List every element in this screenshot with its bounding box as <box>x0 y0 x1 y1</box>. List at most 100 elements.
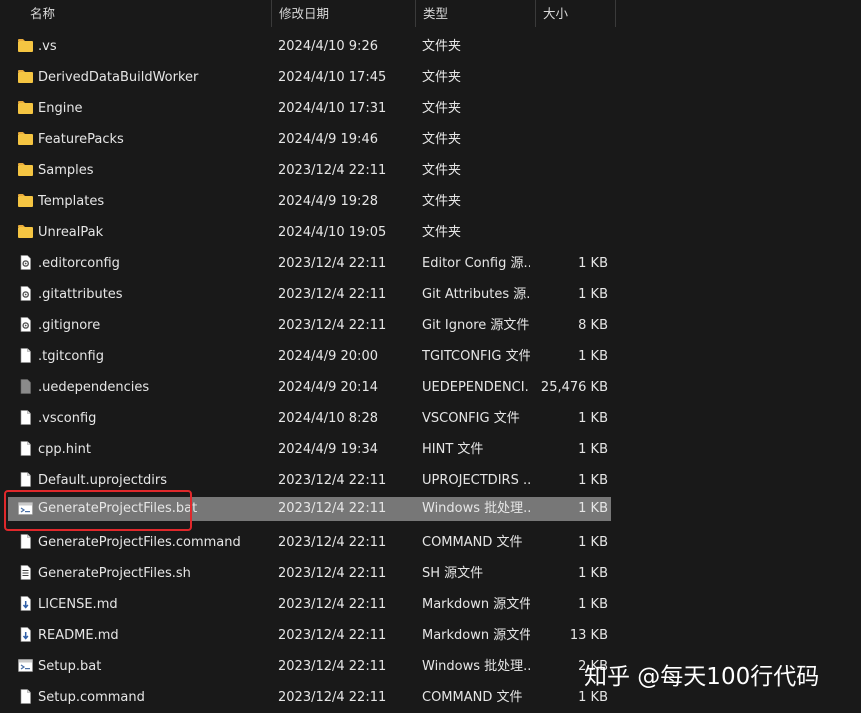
column-header-name[interactable]: 名称 <box>22 0 272 27</box>
config-file-icon <box>17 317 34 332</box>
file-row[interactable]: LICENSE.md 2023/12/4 22:11 Markdown 源文件 1 K… <box>0 589 861 620</box>
file-type: 文件夹 <box>422 101 462 116</box>
binary-file-icon <box>17 379 34 394</box>
config-file-icon <box>17 286 34 301</box>
file-name: README.md <box>38 628 119 643</box>
file-name: .gitattributes <box>38 287 123 302</box>
file-date: 2024/4/10 17:31 <box>278 101 387 116</box>
folder-icon <box>17 162 34 177</box>
file-type: Editor Config 源... <box>422 256 530 271</box>
file-size: 1 KB <box>578 473 608 488</box>
file-date: 2024/4/9 20:14 <box>278 380 378 395</box>
file-type: TGITCONFIG 文件 <box>422 349 530 364</box>
file-row[interactable]: GenerateProjectFiles.command 2023/12/4 22… <box>0 527 861 558</box>
column-header-bar: ⌃ 名称 修改日期 类型 大小 <box>0 0 861 27</box>
file-date: 2023/12/4 22:11 <box>278 256 387 271</box>
file-row[interactable]: GenerateProjectFiles.sh 2023/12/4 22:11 SH… <box>0 558 861 589</box>
file-name: LICENSE.md <box>38 597 118 612</box>
file-type: COMMAND 文件 <box>422 690 523 705</box>
file-size <box>536 31 608 62</box>
file-type: Markdown 源文件 <box>422 597 530 612</box>
file-icon <box>17 441 34 456</box>
file-type: 文件夹 <box>422 70 462 85</box>
file-date: 2024/4/9 19:28 <box>278 194 378 209</box>
file-size: 1 KB <box>578 535 608 550</box>
file-row[interactable]: FeaturePacks 2024/4/9 19:46 文件夹 <box>0 124 861 155</box>
file-size: 8 KB <box>578 318 608 333</box>
file-size: 25,476 KB <box>540 380 608 395</box>
file-date: 2023/12/4 22:11 <box>278 501 387 516</box>
file-size <box>536 217 608 248</box>
column-header-type[interactable]: 类型 <box>415 0 535 27</box>
file-size: 13 KB <box>569 628 608 643</box>
file-name: Templates <box>38 194 105 209</box>
column-header-size[interactable]: 大小 <box>535 0 615 27</box>
file-row[interactable]: Samples 2023/12/4 22:11 文件夹 <box>0 155 861 186</box>
folder-icon <box>17 193 34 208</box>
file-date: 2023/12/4 22:11 <box>278 566 387 581</box>
file-row[interactable]: .uedependencies 2024/4/9 20:14 UEDEPENDENC… <box>0 372 861 403</box>
file-size: 1 KB <box>578 256 608 271</box>
file-icon <box>17 689 34 704</box>
file-name: cpp.hint <box>38 442 91 457</box>
file-size: 1 KB <box>578 442 608 457</box>
file-date: 2023/12/4 22:11 <box>278 473 387 488</box>
file-size <box>536 62 608 93</box>
file-icon <box>17 410 34 425</box>
column-divider[interactable] <box>615 0 616 27</box>
file-row[interactable]: UnrealPak 2024/4/10 19:05 文件夹 <box>0 217 861 248</box>
file-name: .gitignore <box>38 318 101 333</box>
file-name: GenerateProjectFiles.sh <box>38 566 191 581</box>
file-date: 2023/12/4 22:11 <box>278 163 387 178</box>
file-row[interactable]: .editorconfig 2023/12/4 22:11 Editor Confi… <box>0 248 861 279</box>
file-row[interactable]: .gitignore 2023/12/4 22:11 Git Ignore 源文件 8… <box>0 310 861 341</box>
file-date: 2023/12/4 22:11 <box>278 659 387 674</box>
file-type: SH 源文件 <box>422 566 484 581</box>
file-row[interactable]: .vs 2024/4/10 9:26 文件夹 <box>0 31 861 62</box>
file-name: .vs <box>38 39 57 54</box>
file-icon <box>17 472 34 487</box>
file-date: 2024/4/10 9:26 <box>278 39 378 54</box>
file-size <box>536 93 608 124</box>
file-type: Windows 批处理... <box>422 501 530 516</box>
file-date: 2024/4/10 8:28 <box>278 411 378 426</box>
file-type: Git Ignore 源文件 <box>422 318 530 333</box>
file-name: UnrealPak <box>38 225 104 240</box>
file-row[interactable]: Engine 2024/4/10 17:31 文件夹 <box>0 93 861 124</box>
file-date: 2023/12/4 22:11 <box>278 535 387 550</box>
file-row[interactable]: cpp.hint 2024/4/9 19:34 HINT 文件 1 KB <box>0 434 861 465</box>
file-type: Git Attributes 源... <box>422 287 530 302</box>
folder-icon <box>17 131 34 146</box>
folder-icon <box>17 100 34 115</box>
file-date: 2024/4/9 19:46 <box>278 132 378 147</box>
file-size <box>536 124 608 155</box>
file-row[interactable]: .vsconfig 2024/4/10 8:28 VSCONFIG 文件 1 KB <box>0 403 861 434</box>
file-type: 文件夹 <box>422 163 462 178</box>
batch-file-icon <box>17 658 34 673</box>
file-name: Samples <box>38 163 94 178</box>
file-row[interactable]: DerivedDataBuildWorker 2024/4/10 17:45 文件夹 <box>0 62 861 93</box>
markdown-file-icon <box>17 627 34 642</box>
file-type: Windows 批处理... <box>422 659 530 674</box>
file-name: FeaturePacks <box>38 132 124 147</box>
file-date: 2023/12/4 22:11 <box>278 690 387 705</box>
file-icon <box>17 348 34 363</box>
file-name: Setup.command <box>38 690 145 705</box>
file-size: 1 KB <box>578 411 608 426</box>
file-size <box>536 155 608 186</box>
file-row[interactable]: .gitattributes 2023/12/4 22:11 Git Attribu… <box>0 279 861 310</box>
file-type: 文件夹 <box>422 225 462 240</box>
file-name: Engine <box>38 101 83 116</box>
file-row[interactable]: README.md 2023/12/4 22:11 Markdown 源文件 13 K… <box>0 620 861 651</box>
file-name: DerivedDataBuildWorker <box>38 70 199 85</box>
folder-icon <box>17 224 34 239</box>
file-date: 2023/12/4 22:11 <box>278 287 387 302</box>
column-header-date[interactable]: 修改日期 <box>271 0 415 27</box>
file-date: 2023/12/4 22:11 <box>278 597 387 612</box>
file-type: 文件夹 <box>422 39 462 54</box>
file-row[interactable]: .tgitconfig 2024/4/9 20:00 TGITCONFIG 文件 1 … <box>0 341 861 372</box>
file-type: 文件夹 <box>422 194 462 209</box>
file-row[interactable]: Templates 2024/4/9 19:28 文件夹 <box>0 186 861 217</box>
file-size: 1 KB <box>578 287 608 302</box>
markdown-file-icon <box>17 596 34 611</box>
